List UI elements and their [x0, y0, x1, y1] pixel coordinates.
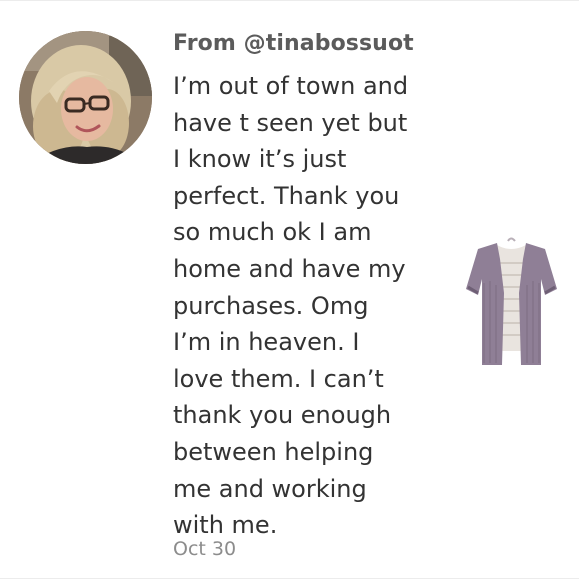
- message-line: me and working: [173, 474, 367, 503]
- top-divider: [0, 0, 579, 1]
- user-photo-icon: [19, 31, 152, 164]
- message-line: thank you enough: [173, 401, 392, 430]
- cardigan-left-panel: [466, 243, 504, 365]
- message-line: I know it’s just: [173, 145, 347, 174]
- bottom-divider: [0, 578, 579, 579]
- message-line: have t seen yet but: [173, 108, 408, 137]
- cardigan-right-panel: [519, 243, 557, 365]
- message-line: purchases. Omg: [173, 291, 369, 320]
- message-line: so much ok I am: [173, 218, 372, 247]
- avatar[interactable]: [19, 31, 152, 164]
- message-line: perfect. Thank you: [173, 181, 400, 210]
- comment-message: I’m out of town and have t seen yet but …: [173, 68, 423, 544]
- message-line: home and have my: [173, 254, 406, 283]
- comment-sender[interactable]: From @tinabossuot: [173, 31, 414, 56]
- cardigan-thumbnail-icon: [466, 237, 557, 365]
- message-line: I’m out of town and: [173, 72, 409, 100]
- product-thumbnail[interactable]: [444, 233, 579, 368]
- message-line: love them. I can’t: [173, 364, 384, 393]
- comment-date: Oct 30: [173, 538, 237, 560]
- message-line: I’m in heaven. I: [173, 328, 360, 357]
- message-line: between helping: [173, 437, 374, 466]
